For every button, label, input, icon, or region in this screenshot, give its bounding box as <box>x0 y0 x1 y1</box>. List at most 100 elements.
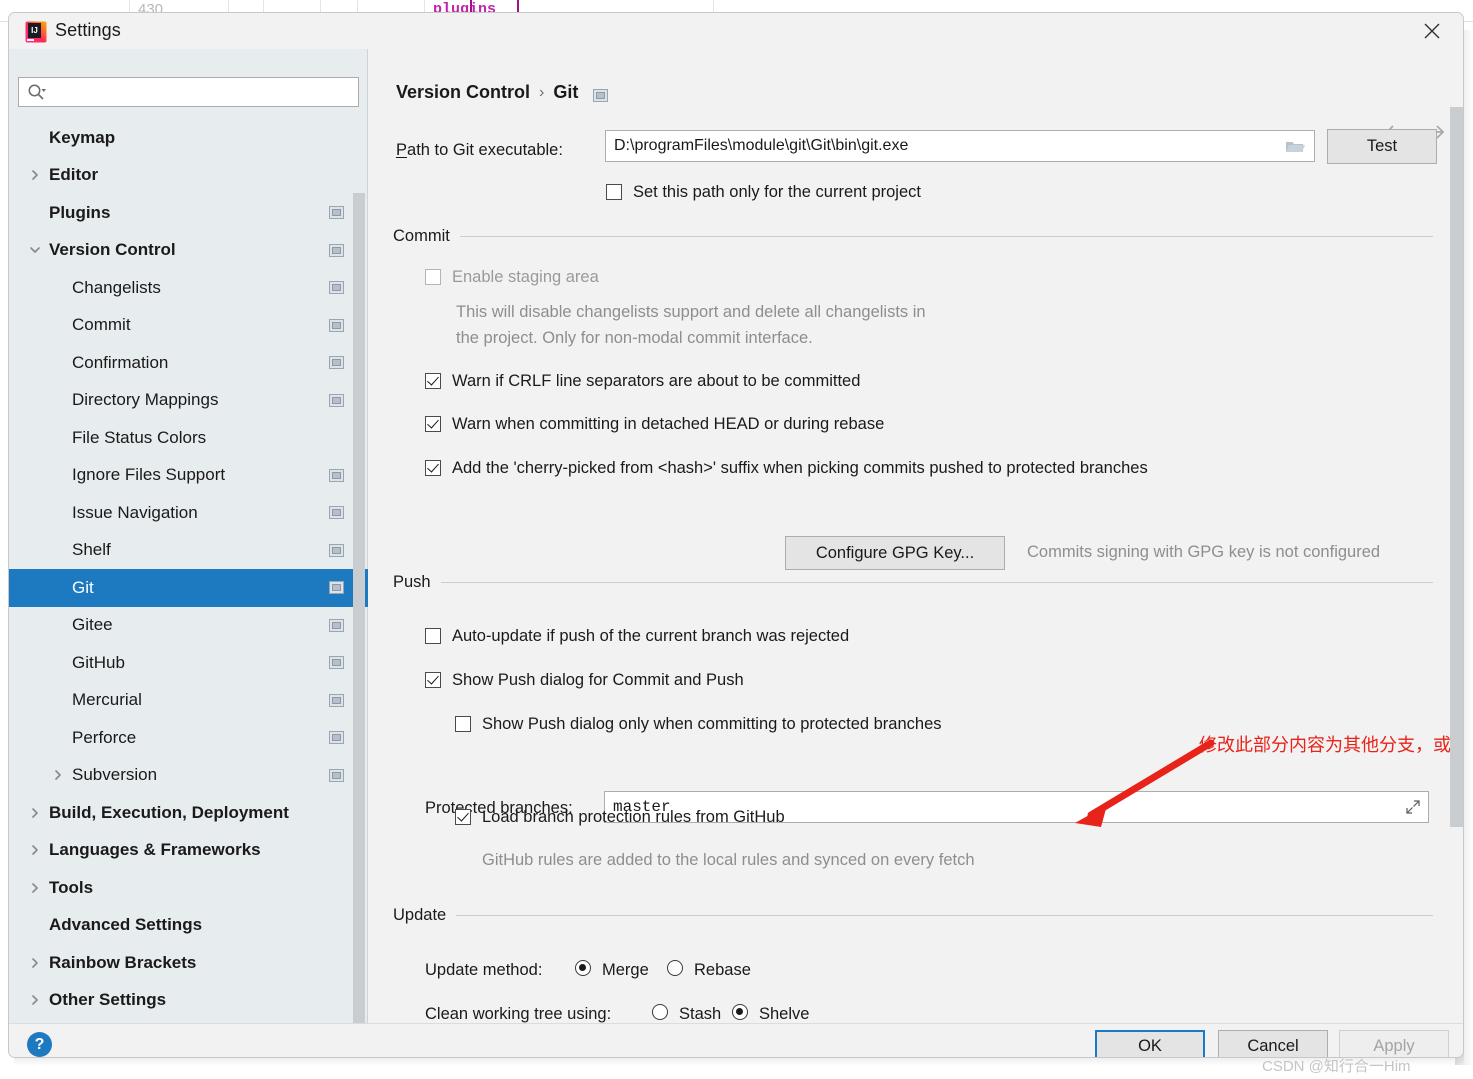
sidebar-item-build-execution-deployment[interactable]: Build, Execution, Deployment <box>9 794 368 832</box>
commit-section-title: Commit <box>393 226 450 245</box>
update-method-merge-radio[interactable]: Merge <box>575 960 649 980</box>
expand-icon[interactable] <box>1398 799 1428 815</box>
watermark: CSDN @知行合一Him <box>1262 1058 1411 1075</box>
project-level-setting-icon <box>329 393 344 407</box>
chevron-right-icon[interactable] <box>27 805 43 821</box>
main-scrollbar[interactable] <box>1449 49 1463 1023</box>
sidebar-item-label: Advanced Settings <box>49 915 203 935</box>
sidebar-item-file-status-colors[interactable]: File Status Colors <box>9 419 368 457</box>
chevron-right-icon[interactable] <box>27 955 43 971</box>
chevron-right-icon[interactable] <box>27 992 43 1008</box>
sidebar-item-gitee[interactable]: Gitee <box>9 607 368 645</box>
sidebar-item-ignore-files-support[interactable]: Ignore Files Support <box>9 457 368 495</box>
radio-box <box>652 1004 668 1020</box>
close-icon[interactable] <box>1401 13 1463 49</box>
sidebar-item-keymap[interactable]: Keymap <box>9 119 368 157</box>
commit-section-header: Commit <box>393 226 1433 246</box>
clean-stash-radio[interactable]: Stash <box>652 1004 721 1023</box>
project-level-setting-icon <box>329 281 344 295</box>
sidebar-item-version-control[interactable]: Version Control <box>9 232 368 270</box>
help-button[interactable]: ? <box>27 1032 52 1057</box>
sidebar-item-shelf[interactable]: Shelf <box>9 532 368 570</box>
chevron-right-icon[interactable] <box>27 842 43 858</box>
radio-box <box>667 960 683 976</box>
update-method-label: Update method: <box>425 961 543 979</box>
sidebar-item-mercurial[interactable]: Mercurial <box>9 682 368 720</box>
dialog-titlebar: IJ Settings <box>9 13 1463 49</box>
chevron-right-icon[interactable] <box>50 767 66 783</box>
sidebar-item-label: Commit <box>72 315 131 335</box>
test-button[interactable]: Test <box>1327 129 1437 164</box>
clean-working-tree-label: Clean working tree using: <box>425 1005 612 1023</box>
project-level-setting-icon <box>329 468 344 482</box>
show-push-dialog-checkbox[interactable]: Show Push dialog for Commit and Push <box>425 670 744 690</box>
search-input[interactable] <box>53 82 343 102</box>
warn-detached-head-checkbox[interactable]: Warn when committing in detached HEAD or… <box>425 414 884 434</box>
clean-shelve-radio[interactable]: Shelve <box>732 1004 809 1023</box>
sidebar-item-label: Git <box>72 577 94 597</box>
configure-gpg-key-button[interactable]: Configure GPG Key... <box>785 536 1005 570</box>
sidebar-item-rainbow-brackets[interactable]: Rainbow Brackets <box>9 944 368 982</box>
sidebar-item-editor[interactable]: Editor <box>9 157 368 195</box>
folder-icon[interactable] <box>1276 131 1314 161</box>
sidebar-item-label: GitHub <box>72 652 125 672</box>
sidebar-item-other-settings[interactable]: Other Settings <box>9 982 368 1020</box>
sidebar-item-changelists[interactable]: Changelists <box>9 269 368 307</box>
warn-crlf-checkbox[interactable]: Warn if CRLF line separators are about t… <box>425 371 860 391</box>
sidebar-item-subversion[interactable]: Subversion <box>9 757 368 795</box>
project-level-setting-icon <box>329 618 344 632</box>
sidebar-item-perforce[interactable]: Perforce <box>9 719 368 757</box>
project-level-setting-icon <box>329 356 344 370</box>
sidebar-item-commit[interactable]: Commit <box>9 307 368 345</box>
gpg-status-note: Commits signing with GPG key is not conf… <box>1027 543 1381 561</box>
chevron-right-icon[interactable] <box>27 167 43 183</box>
sidebar-item-github[interactable]: GitHub <box>9 644 368 682</box>
main-scrollbar-thumb[interactable] <box>1450 107 1463 827</box>
sidebar-item-plugins[interactable]: Plugins <box>9 194 368 232</box>
sidebar-item-git[interactable]: Git <box>9 569 368 607</box>
sidebar-item-label: Rainbow Brackets <box>49 952 197 972</box>
update-method-merge-label: Merge <box>602 961 649 979</box>
settings-tree: Keymap Editor Plugins Version Control Change… <box>9 119 368 1023</box>
project-level-setting-icon <box>329 731 344 745</box>
sidebar-item-label: Editor <box>49 165 99 185</box>
load-github-rules-checkbox[interactable]: Load branch protection rules from GitHub <box>455 807 785 827</box>
breadcrumb-current: Git <box>553 82 579 102</box>
sidebar-item-tools[interactable]: Tools <box>9 869 368 907</box>
project-level-setting-icon <box>593 86 609 102</box>
cherry-picked-suffix-checkbox[interactable]: Add the 'cherry-picked from <hash>' suff… <box>425 458 1148 478</box>
sidebar-item-directory-mappings[interactable]: Directory Mappings <box>9 382 368 420</box>
project-level-setting-icon <box>329 543 344 557</box>
enable-staging-area-label: Enable staging area <box>452 268 599 286</box>
sidebar-scrollbar[interactable] <box>352 156 366 1048</box>
breadcrumb-root[interactable]: Version Control <box>396 82 530 103</box>
section-divider <box>459 235 1433 237</box>
show-push-dialog-label: Show Push dialog for Commit and Push <box>452 671 744 689</box>
checkbox-box <box>425 628 441 644</box>
search-box[interactable] <box>18 77 359 107</box>
sidebar-item-languages-frameworks[interactable]: Languages & Frameworks <box>9 832 368 870</box>
show-push-dialog-protected-checkbox[interactable]: Show Push dialog only when committing to… <box>455 714 942 734</box>
clean-shelve-label: Shelve <box>759 1005 810 1023</box>
update-method-rebase-radio[interactable]: Rebase <box>667 960 751 980</box>
sidebar-item-label: Build, Execution, Deployment <box>49 802 289 822</box>
auto-update-push-checkbox[interactable]: Auto-update if push of the current branc… <box>425 626 849 646</box>
cherry-picked-suffix-label: Add the 'cherry-picked from <hash>' suff… <box>452 459 1148 477</box>
svg-text:IJ: IJ <box>31 26 38 35</box>
chevron-down-icon[interactable] <box>27 242 43 258</box>
ok-button[interactable]: OK <box>1095 1030 1205 1057</box>
intellij-idea-icon: IJ <box>25 21 47 43</box>
sidebar-item-advanced-settings[interactable]: Advanced Settings <box>9 907 368 945</box>
sidebar-scrollbar-thumb[interactable] <box>353 193 365 1048</box>
sidebar-item-label: Version Control <box>49 240 176 260</box>
cancel-button[interactable]: Cancel <box>1218 1030 1328 1057</box>
load-github-rules-label: Load branch protection rules from GitHub <box>482 808 785 826</box>
show-push-dialog-protected-label: Show Push dialog only when committing to… <box>482 715 942 733</box>
git-path-input[interactable]: D:\programFiles\module\git\Git\bin\git.e… <box>605 130 1315 162</box>
chevron-right-icon[interactable] <box>27 880 43 896</box>
sidebar-item-issue-navigation[interactable]: Issue Navigation <box>9 494 368 532</box>
settings-dialog: IJ Settings Keymap Editor Plugins Version C… <box>8 12 1464 1058</box>
set-path-current-project-checkbox[interactable]: Set this path only for the current proje… <box>606 182 921 202</box>
sidebar-item-label: Mercurial <box>72 690 142 710</box>
sidebar-item-confirmation[interactable]: Confirmation <box>9 344 368 382</box>
